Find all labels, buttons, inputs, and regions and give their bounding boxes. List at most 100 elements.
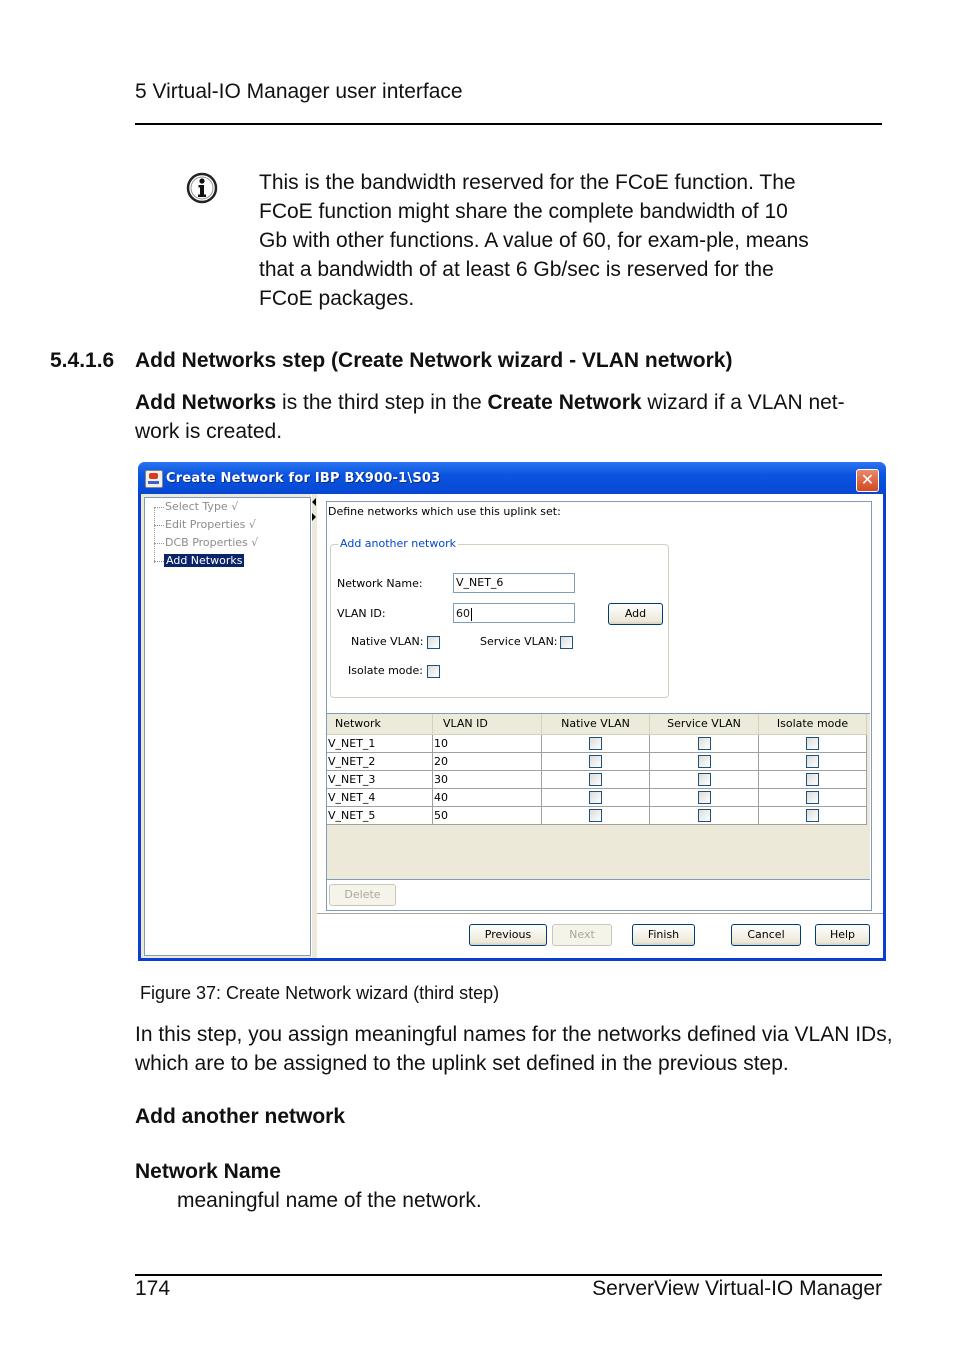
native-vlan-cell xyxy=(542,753,650,770)
native-vlan-checkbox[interactable] xyxy=(589,755,602,768)
dialog-client-area: Select Type √ Edit Properties √ DCB Prop… xyxy=(141,494,883,958)
collapse-left-arrow-icon[interactable] xyxy=(312,498,316,506)
isolate-mode-cell xyxy=(759,735,867,752)
step-dcb-properties[interactable]: DCB Properties √ xyxy=(165,536,258,549)
table-row[interactable]: V_NET_5 50 xyxy=(327,807,867,825)
native-vlan-checkbox[interactable] xyxy=(589,737,602,750)
info-icon xyxy=(186,172,218,204)
tree-connector xyxy=(154,507,164,508)
vlan-id-cell[interactable]: 40 xyxy=(433,789,542,806)
table-row[interactable]: V_NET_4 40 xyxy=(327,789,867,807)
wizard-steps-tree: Select Type √ Edit Properties √ DCB Prop… xyxy=(144,497,311,956)
service-vlan-cell xyxy=(650,789,759,806)
column-network[interactable]: Network xyxy=(327,714,433,734)
finish-button[interactable]: Finish xyxy=(632,924,695,946)
intro-paragraph: Add Networks is the third step in the Cr… xyxy=(135,388,885,446)
isolate-mode-checkbox[interactable] xyxy=(806,737,819,750)
intro-bold-3: Create Network xyxy=(487,391,642,414)
vlan-id-cell[interactable]: 20 xyxy=(433,753,542,770)
step-add-networks[interactable]: Add Networks xyxy=(164,554,245,567)
vlan-id-cell[interactable]: 10 xyxy=(433,735,542,752)
native-vlan-cell xyxy=(542,771,650,788)
column-vlan-id[interactable]: VLAN ID xyxy=(433,714,542,734)
body-paragraph: In this step, you assign meaningful name… xyxy=(135,1023,893,1075)
help-button[interactable]: Help xyxy=(815,924,870,946)
table-row[interactable]: V_NET_2 20 xyxy=(327,753,867,771)
native-vlan-checkbox[interactable] xyxy=(589,791,602,804)
panel-instructions: Define networks which use this uplink se… xyxy=(328,505,561,518)
column-isolate-mode[interactable]: Isolate mode xyxy=(759,714,867,734)
intro-bold-1: Add Networks xyxy=(135,391,277,414)
network-cell[interactable]: V_NET_1 xyxy=(327,735,433,752)
add-network-group: Add another network Network Name: VLAN I… xyxy=(330,537,669,698)
vlan-id-value: 60 xyxy=(456,607,470,620)
vlan-id-cell[interactable]: 30 xyxy=(433,771,542,788)
wizard-content: Define networks which use this uplink se… xyxy=(317,494,883,958)
vlan-id-cell[interactable]: 50 xyxy=(433,807,542,824)
column-native-vlan[interactable]: Native VLAN xyxy=(542,714,650,734)
service-vlan-cell xyxy=(650,771,759,788)
cancel-button[interactable]: Cancel xyxy=(731,924,801,946)
network-name-input[interactable] xyxy=(453,573,575,593)
network-cell[interactable]: V_NET_3 xyxy=(327,771,433,788)
tree-connector xyxy=(154,561,164,562)
section-heading: 5.4.1.6 Add Networks step (Create Network… xyxy=(50,349,732,373)
service-vlan-checkbox[interactable] xyxy=(698,773,711,786)
service-vlan-label: Service VLAN: xyxy=(480,635,558,648)
running-head: 5 Virtual-IO Manager user interface xyxy=(135,80,463,103)
service-vlan-cell xyxy=(650,735,759,752)
isolate-mode-checkbox[interactable] xyxy=(806,809,819,822)
isolate-mode-checkbox[interactable] xyxy=(427,665,440,678)
network-cell[interactable]: V_NET_2 xyxy=(327,753,433,770)
button-bar-separator xyxy=(317,913,883,915)
isolate-mode-cell xyxy=(759,771,867,788)
section-title: Add Networks step (Create Network wizard… xyxy=(135,349,733,372)
isolate-mode-checkbox[interactable] xyxy=(806,755,819,768)
page-number: 174 xyxy=(135,1277,171,1300)
figure-caption: Figure 37: Create Network wizard (third … xyxy=(140,983,500,1003)
table-row[interactable]: V_NET_3 30 xyxy=(327,771,867,789)
service-vlan-checkbox[interactable] xyxy=(560,636,573,649)
tree-connector xyxy=(154,543,164,544)
isolate-mode-cell xyxy=(759,789,867,806)
network-cell[interactable]: V_NET_4 xyxy=(327,789,433,806)
native-vlan-checkbox[interactable] xyxy=(427,636,440,649)
table-row[interactable]: V_NET_1 10 xyxy=(327,735,867,753)
group-title: Add another network xyxy=(338,537,458,550)
isolate-mode-checkbox[interactable] xyxy=(806,791,819,804)
isolate-mode-label: Isolate mode: xyxy=(348,664,423,677)
tree-connector xyxy=(154,507,155,563)
isolate-mode-cell xyxy=(759,807,867,824)
isolate-mode-checkbox[interactable] xyxy=(806,773,819,786)
dialog-titlebar[interactable]: Create Network for IBP BX900-1\S03 ✕ xyxy=(138,462,886,494)
native-vlan-checkbox[interactable] xyxy=(589,773,602,786)
native-vlan-checkbox[interactable] xyxy=(589,809,602,822)
service-vlan-checkbox[interactable] xyxy=(698,737,711,750)
step-select-type[interactable]: Select Type √ xyxy=(165,500,238,513)
service-vlan-checkbox[interactable] xyxy=(698,791,711,804)
vlan-id-input[interactable]: 60 xyxy=(453,603,575,623)
subheading-network-name: Network Name xyxy=(135,1160,281,1183)
previous-button[interactable]: Previous xyxy=(469,924,547,946)
note-text: This is the bandwidth reserved for the F… xyxy=(259,171,809,310)
close-button[interactable]: ✕ xyxy=(856,469,879,492)
tree-connector xyxy=(154,525,164,526)
create-network-dialog: Create Network for IBP BX900-1\S03 ✕ Sel… xyxy=(138,462,886,961)
network-cell[interactable]: V_NET_5 xyxy=(327,807,433,824)
expand-right-arrow-icon[interactable] xyxy=(312,513,316,521)
service-vlan-checkbox[interactable] xyxy=(698,755,711,768)
intro-text-2: is the third step in the xyxy=(276,391,488,414)
add-button[interactable]: Add xyxy=(608,603,663,625)
network-name-label: Network Name: xyxy=(337,577,423,590)
native-vlan-cell xyxy=(542,807,650,824)
table-header: Network VLAN ID Native VLAN Service VLAN… xyxy=(327,714,867,735)
section-number: 5.4.1.6 xyxy=(50,349,115,372)
next-button[interactable]: Next xyxy=(552,924,612,946)
networks-table: Network VLAN ID Native VLAN Service VLAN… xyxy=(327,713,870,880)
delete-button[interactable]: Delete xyxy=(329,884,396,906)
service-vlan-checkbox[interactable] xyxy=(698,809,711,822)
column-service-vlan[interactable]: Service VLAN xyxy=(650,714,759,734)
networks-panel: Define networks which use this uplink se… xyxy=(326,501,872,911)
step-edit-properties[interactable]: Edit Properties √ xyxy=(165,518,256,531)
vlan-id-label: VLAN ID: xyxy=(337,607,386,620)
